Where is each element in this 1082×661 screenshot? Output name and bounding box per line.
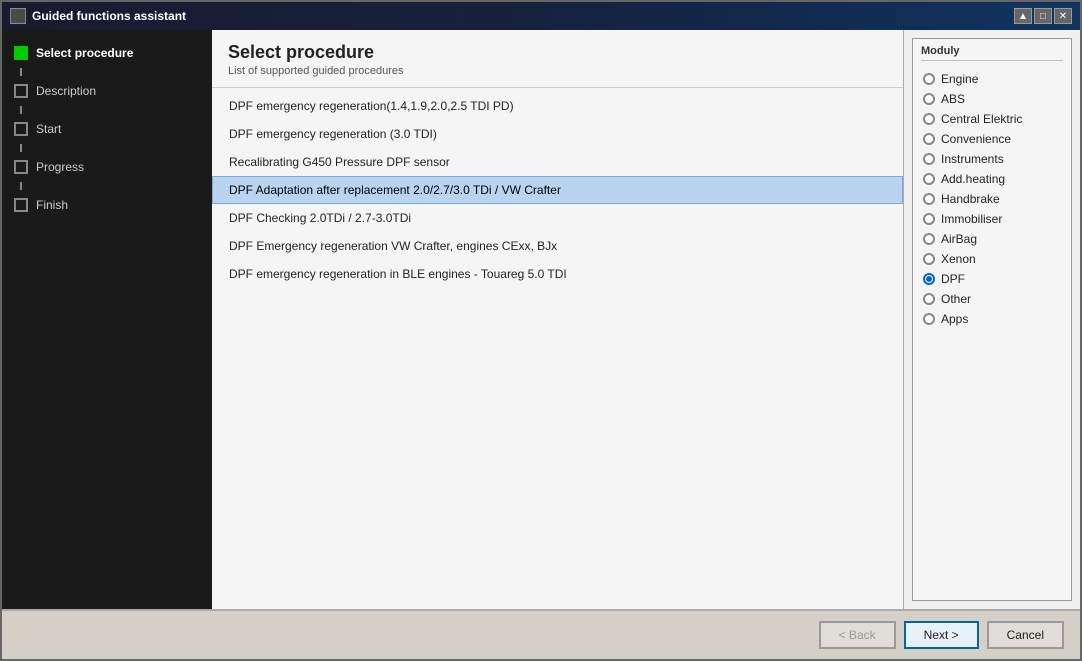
module-option-dpf[interactable]: DPF xyxy=(921,269,1063,289)
module-label-add-heating: Add.heating xyxy=(941,172,1005,186)
sidebar-label-start: Start xyxy=(36,122,61,136)
procedure-item[interactable]: DPF emergency regeneration(1.4,1.9,2.0,2… xyxy=(212,92,903,120)
sidebar-label-select-procedure: Select procedure xyxy=(36,46,133,60)
title-bar: Guided functions assistant ▲ □ ✕ xyxy=(2,2,1080,30)
module-label-abs: ABS xyxy=(941,92,965,106)
radio-dpf xyxy=(923,273,935,285)
main-content: Select procedure List of supported guide… xyxy=(212,30,904,609)
sidebar-item-description[interactable]: Description xyxy=(2,78,212,104)
sidebar-item-start[interactable]: Start xyxy=(2,116,212,142)
tool-icon xyxy=(10,8,26,24)
radio-instruments xyxy=(923,153,935,165)
cancel-button[interactable]: Cancel xyxy=(987,621,1064,649)
module-label-handbrake: Handbrake xyxy=(941,192,1000,206)
sidebar-connector-4 xyxy=(20,182,22,190)
back-button[interactable]: < Back xyxy=(819,621,896,649)
module-option-central-elektric[interactable]: Central Elektric xyxy=(921,109,1063,129)
procedure-item[interactable]: Recalibrating G450 Pressure DPF sensor xyxy=(212,148,903,176)
sidebar-item-select-procedure[interactable]: Select procedure xyxy=(2,40,212,66)
module-option-handbrake[interactable]: Handbrake xyxy=(921,189,1063,209)
procedure-item[interactable]: DPF Adaptation after replacement 2.0/2.7… xyxy=(212,176,903,204)
module-option-other[interactable]: Other xyxy=(921,289,1063,309)
procedure-item[interactable]: DPF Checking 2.0TDi / 2.7-3.0TDi xyxy=(212,204,903,232)
title-bar-controls: ▲ □ ✕ xyxy=(1014,8,1072,24)
radio-abs xyxy=(923,93,935,105)
module-label-engine: Engine xyxy=(941,72,978,86)
module-label-immobiliser: Immobiliser xyxy=(941,212,1002,226)
title-bar-left: Guided functions assistant xyxy=(10,8,186,24)
step-indicator-select-procedure xyxy=(14,46,28,60)
step-indicator-finish xyxy=(14,198,28,212)
sidebar-item-progress[interactable]: Progress xyxy=(2,154,212,180)
minimize-button[interactable]: ▲ xyxy=(1014,8,1032,24)
module-label-instruments: Instruments xyxy=(941,152,1004,166)
page-subtitle: List of supported guided procedures xyxy=(228,65,887,77)
next-button[interactable]: Next > xyxy=(904,621,979,649)
module-option-abs[interactable]: ABS xyxy=(921,89,1063,109)
radio-immobiliser xyxy=(923,213,935,225)
module-option-apps[interactable]: Apps xyxy=(921,309,1063,329)
module-label-xenon: Xenon xyxy=(941,252,976,266)
module-label-dpf: DPF xyxy=(941,272,965,286)
module-label-central-elektric: Central Elektric xyxy=(941,112,1022,126)
restore-button[interactable]: □ xyxy=(1034,8,1052,24)
module-label-airbag: AirBag xyxy=(941,232,977,246)
module-option-engine[interactable]: Engine xyxy=(921,69,1063,89)
step-indicator-progress xyxy=(14,160,28,174)
radio-xenon xyxy=(923,253,935,265)
sidebar-item-finish[interactable]: Finish xyxy=(2,192,212,218)
main-header: Select procedure List of supported guide… xyxy=(212,30,903,88)
procedure-item[interactable]: DPF emergency regeneration (3.0 TDI) xyxy=(212,120,903,148)
step-indicator-start xyxy=(14,122,28,136)
radio-add-heating xyxy=(923,173,935,185)
module-label-convenience: Convenience xyxy=(941,132,1011,146)
radio-airbag xyxy=(923,233,935,245)
radio-handbrake xyxy=(923,193,935,205)
main-window: Guided functions assistant ▲ □ ✕ Select … xyxy=(0,0,1082,661)
sidebar: Select procedure Description Start Progr… xyxy=(2,30,212,609)
page-title: Select procedure xyxy=(228,42,887,63)
module-option-instruments[interactable]: Instruments xyxy=(921,149,1063,169)
module-panel: Moduly Engine ABS Central Elektric Convenie… xyxy=(912,38,1072,601)
window-title: Guided functions assistant xyxy=(32,9,186,23)
step-indicator-description xyxy=(14,84,28,98)
radio-engine xyxy=(923,73,935,85)
sidebar-label-finish: Finish xyxy=(36,198,68,212)
bottom-bar: < Back Next > Cancel xyxy=(2,609,1080,659)
module-option-airbag[interactable]: AirBag xyxy=(921,229,1063,249)
module-option-xenon[interactable]: Xenon xyxy=(921,249,1063,269)
sidebar-label-progress: Progress xyxy=(36,160,84,174)
module-label-apps: Apps xyxy=(941,312,968,326)
radio-convenience xyxy=(923,133,935,145)
sidebar-label-description: Description xyxy=(36,84,96,98)
radio-central-elektric xyxy=(923,113,935,125)
module-label-other: Other xyxy=(941,292,971,306)
sidebar-connector-1 xyxy=(20,68,22,76)
procedure-item[interactable]: DPF Emergency regeneration VW Crafter, e… xyxy=(212,232,903,260)
content-area: Select procedure Description Start Progr… xyxy=(2,30,1080,609)
module-panel-title: Moduly xyxy=(921,45,1063,61)
module-option-immobiliser[interactable]: Immobiliser xyxy=(921,209,1063,229)
radio-apps xyxy=(923,313,935,325)
sidebar-connector-3 xyxy=(20,144,22,152)
close-button[interactable]: ✕ xyxy=(1054,8,1072,24)
procedure-item[interactable]: DPF emergency regeneration in BLE engine… xyxy=(212,260,903,288)
module-option-add-heating[interactable]: Add.heating xyxy=(921,169,1063,189)
module-option-convenience[interactable]: Convenience xyxy=(921,129,1063,149)
procedure-list: DPF emergency regeneration(1.4,1.9,2.0,2… xyxy=(212,88,903,609)
radio-other xyxy=(923,293,935,305)
sidebar-connector-2 xyxy=(20,106,22,114)
